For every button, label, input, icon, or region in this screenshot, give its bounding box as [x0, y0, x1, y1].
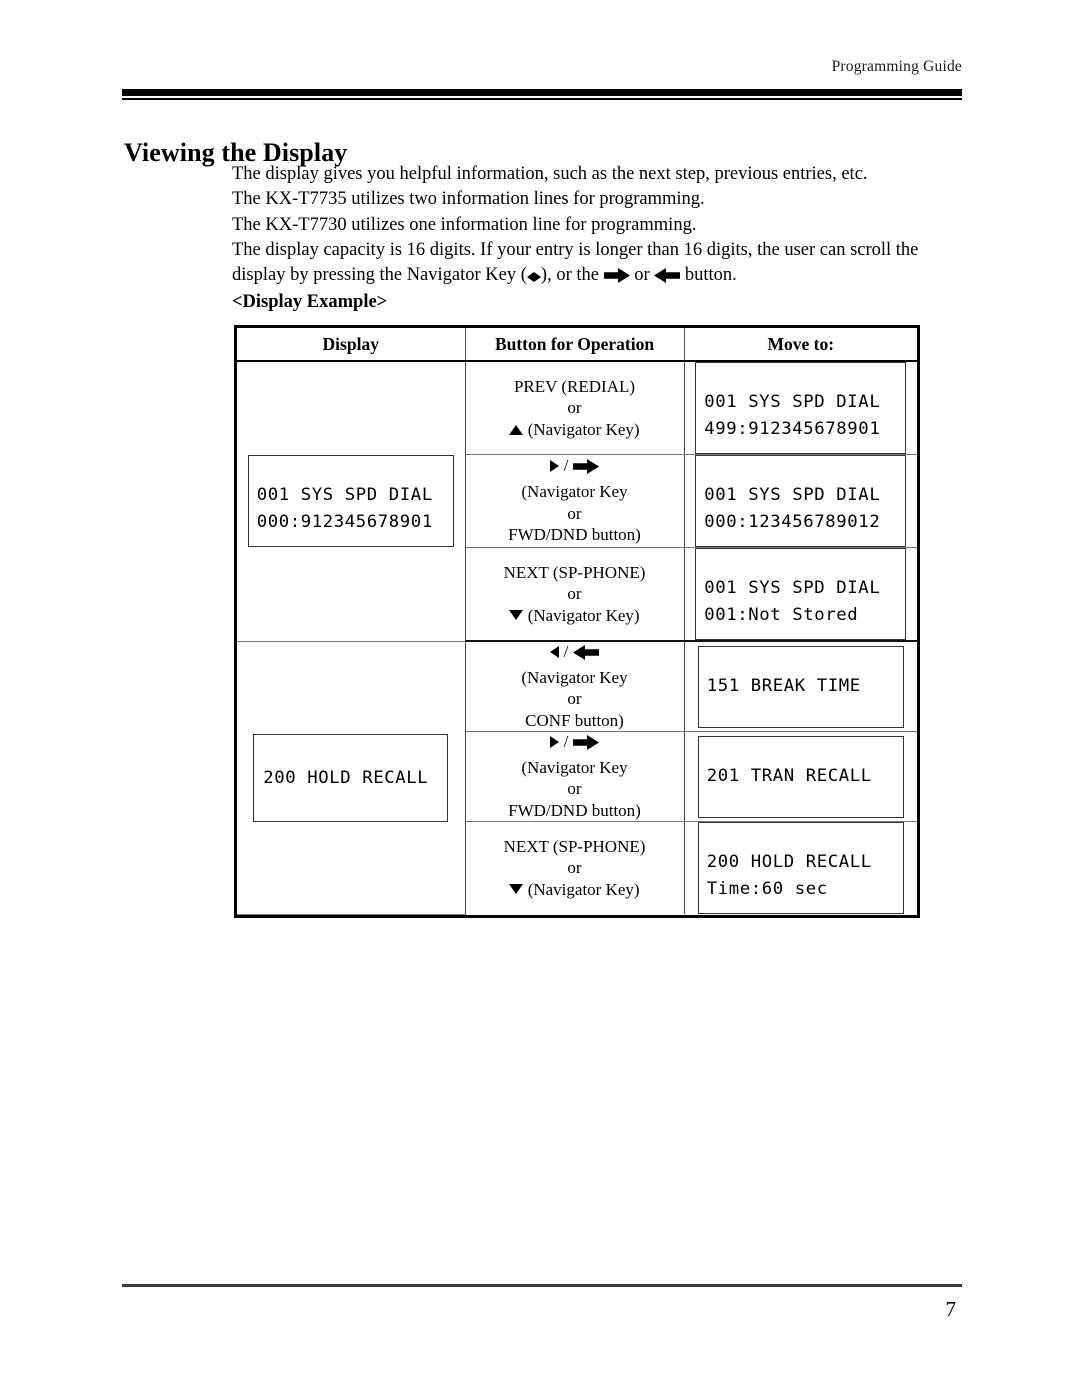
header-rule — [122, 89, 962, 100]
lcd-line: 001:Not Stored — [704, 605, 859, 625]
intro-line-5-post: button. — [680, 265, 737, 286]
lcd-display-499-912345678901: 001 SYS SPD DIAL 499:912345678901 — [695, 362, 907, 454]
button-key-label: (Navigator Key) — [527, 419, 640, 439]
button-key-label: FWD/DND button) — [508, 800, 641, 820]
column-header-button: Button for Operation — [465, 328, 685, 362]
glyph-separator: / — [563, 456, 569, 476]
intro-line-1: The display gives you helpful informatio… — [232, 164, 868, 184]
lcd-line: 499:912345678901 — [704, 419, 881, 439]
running-head: Programming Guide — [831, 58, 962, 75]
block-arrow-left-icon — [573, 645, 600, 665]
button-cell-conf: / (Navigator Key or CONF button) — [465, 641, 685, 733]
button-or: or — [567, 398, 582, 418]
lcd-line: 000:912345678901 — [256, 512, 433, 533]
button-cell-next-sp-phone-2: NEXT (SP-PHONE) or (Navigator Key) — [465, 821, 685, 915]
lcd-line: 201 TRAN RECALL — [706, 765, 872, 786]
document-page: Programming Guide Viewing the Display Th… — [0, 0, 1080, 1397]
lcd-display-201-tran-recall: 201 TRAN RECALL — [697, 735, 904, 818]
triangle-right-icon — [549, 460, 559, 473]
column-header-moveto: Move to: — [684, 328, 917, 362]
triangle-down-icon — [509, 883, 524, 894]
lcd-line: 001 SYS SPD DIAL — [704, 485, 881, 505]
triangle-up-icon — [509, 424, 524, 435]
button-key-label: (Navigator Key) — [527, 879, 640, 899]
glyph-separator: / — [563, 732, 569, 752]
button-or: or — [567, 858, 582, 878]
button-label: (Navigator Key — [521, 667, 628, 687]
lcd-line: 000:123456789012 — [704, 512, 881, 532]
button-label: NEXT (SP-PHONE) — [503, 836, 646, 856]
column-header-display: Display — [237, 328, 466, 362]
button-or: or — [567, 503, 582, 523]
intro-line-3: The KX-T7730 utilizes one information li… — [232, 214, 697, 235]
lcd-display-000-123456789012: 001 SYS SPD DIAL 000:123456789012 — [695, 455, 907, 547]
header-rule-thin — [122, 98, 962, 100]
block-arrow-right-icon — [573, 735, 600, 755]
table-row: 001 SYS SPD DIAL 000:912345678901 PREV (… — [237, 361, 917, 642]
moveto-cell-6: 200 HOLD RECALL Time:60 sec — [684, 822, 917, 915]
lcd-display-001-not-stored: 001 SYS SPD DIAL 001:Not Stored — [695, 548, 907, 640]
button-cell-prev-redial: PREV (REDIAL) or (Navigator Key) — [465, 361, 685, 455]
display-cell-group-1: 001 SYS SPD DIAL 000:912345678901 — [237, 361, 466, 642]
triangle-down-icon — [509, 609, 524, 620]
button-label: (Navigator Key — [521, 482, 628, 502]
header-rule-thick — [122, 89, 962, 96]
button-glyph-line: / — [466, 732, 684, 757]
button-or: or — [567, 779, 582, 799]
button-label: PREV (REDIAL) — [513, 376, 636, 396]
button-label: NEXT (SP-PHONE) — [503, 562, 646, 582]
page-number: 7 — [945, 1297, 957, 1321]
intro-line-2: The KX-T7735 utilizes two information li… — [232, 189, 705, 210]
button-key-label: FWD/DND button) — [508, 525, 641, 545]
lcd-line: 200 HOLD RECALL — [263, 767, 429, 788]
intro-line-5: display by pressing the Navigator Key ()… — [232, 263, 972, 291]
display-example-label: <Display Example> — [232, 292, 388, 312]
lcd-display-151-break-time: 151 BREAK TIME — [697, 645, 904, 728]
triangle-left-icon — [549, 646, 559, 658]
block-arrow-left-icon — [654, 266, 681, 291]
moveto-cell-4: 151 BREAK TIME — [684, 641, 917, 733]
table-header-row: Display Button for Operation Move to: — [237, 328, 917, 362]
intro-line-4: The display capacity is 16 digits. If yo… — [232, 239, 919, 260]
button-key-line: (Navigator Key) — [466, 879, 684, 901]
intro-line-5-pre: display by pressing the Navigator Key ( — [232, 265, 527, 286]
lcd-display-time-60-sec: 200 HOLD RECALL Time:60 sec — [697, 822, 904, 915]
lcd-line: 200 HOLD RECALL — [706, 852, 872, 873]
button-or: or — [567, 689, 582, 709]
moveto-cell-3: 001 SYS SPD DIAL 001:Not Stored — [684, 547, 917, 642]
button-cell-next-sp-phone-1: NEXT (SP-PHONE) or (Navigator Key) — [465, 547, 685, 642]
moveto-cell-5: 201 TRAN RECALL — [684, 731, 917, 823]
intro-line-5-or: or — [629, 265, 655, 286]
button-key-line: (Navigator Key) — [466, 605, 684, 627]
button-key-label: CONF button) — [525, 710, 624, 730]
display-cell-group-2: 200 HOLD RECALL — [237, 641, 466, 915]
lcd-line: 151 BREAK TIME — [706, 675, 861, 696]
display-example-table: Display Button for Operation Move to: 00… — [234, 325, 920, 918]
moveto-cell-1: 001 SYS SPD DIAL 499:912345678901 — [684, 361, 917, 455]
intro-paragraph: The display gives you helpful informatio… — [232, 162, 972, 291]
button-cell-fwd-dnd-1: / (Navigator Key or FWD/DND button) — [465, 454, 685, 548]
button-glyph-line: / — [466, 642, 684, 667]
glyph-separator: / — [563, 642, 569, 661]
lcd-line: 001 SYS SPD DIAL — [256, 485, 433, 506]
button-cell-fwd-dnd-2: / (Navigator Key or FWD/DND button) — [465, 731, 685, 823]
lcd-line: 001 SYS SPD DIAL — [704, 578, 881, 598]
button-key-line: (Navigator Key) — [466, 419, 684, 441]
navigator-left-right-icon — [526, 267, 541, 286]
block-arrow-right-icon — [573, 459, 600, 479]
button-key-label: (Navigator Key) — [527, 605, 640, 625]
button-glyph-line: / — [466, 456, 684, 481]
triangle-right-icon — [549, 736, 559, 749]
lcd-display-200-hold-recall: 200 HOLD RECALL — [253, 733, 449, 822]
moveto-cell-2: 001 SYS SPD DIAL 000:123456789012 — [684, 454, 917, 548]
footer-rule — [122, 1284, 962, 1287]
lcd-line: 001 SYS SPD DIAL — [704, 392, 881, 412]
button-label: (Navigator Key — [521, 757, 628, 777]
table-row: 200 HOLD RECALL / (Navigator Key or CONF… — [237, 641, 917, 915]
button-or: or — [567, 584, 582, 604]
block-arrow-right-icon — [603, 266, 630, 291]
lcd-display-001-sys-spd-dial: 001 SYS SPD DIAL 000:912345678901 — [247, 455, 454, 548]
intro-line-5-mid: ), or the — [540, 265, 604, 286]
lcd-line: Time:60 sec — [706, 879, 828, 900]
